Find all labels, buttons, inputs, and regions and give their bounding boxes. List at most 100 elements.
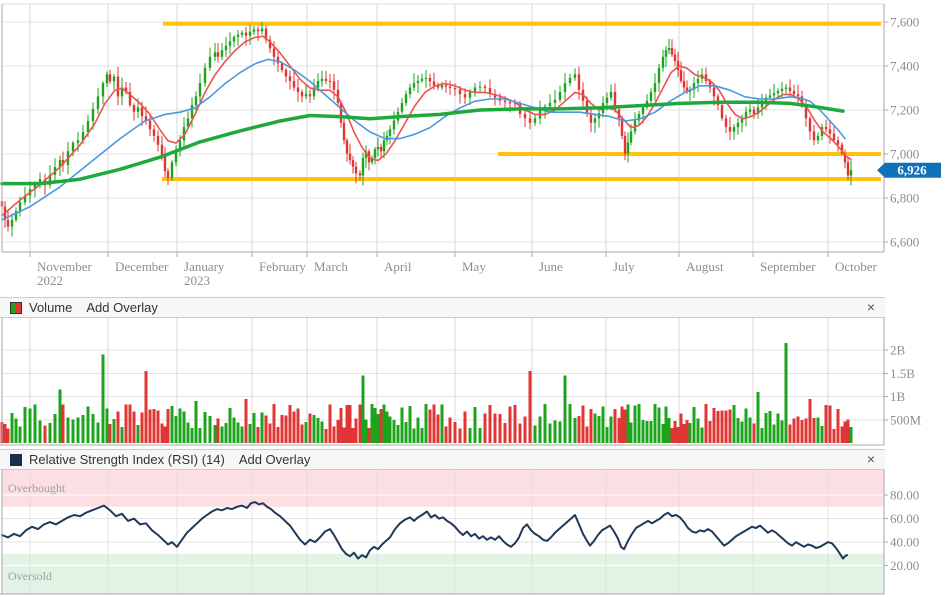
candlestick xyxy=(732,127,736,132)
volume-bar xyxy=(345,404,349,443)
candlestick xyxy=(284,69,288,77)
volume-bar xyxy=(685,419,689,443)
oversold-label: Oversold xyxy=(8,569,52,583)
volume-bar xyxy=(400,407,404,443)
volume-bar xyxy=(581,405,585,443)
x-axis-label: April xyxy=(384,259,412,274)
rsi-panel-header: Relative Strength Index (RSI) (14) Add O… xyxy=(0,449,885,470)
candlestick xyxy=(473,87,477,92)
volume-bar xyxy=(388,416,392,443)
volume-bar xyxy=(453,422,457,443)
volume-bar xyxy=(288,405,292,443)
x-axis-label: November xyxy=(37,259,93,274)
candlestick xyxy=(288,76,292,81)
volume-bar xyxy=(620,406,624,443)
volume-bar xyxy=(332,426,336,443)
candlestick xyxy=(478,86,482,88)
volume-bar xyxy=(828,405,832,443)
volume-bar xyxy=(260,412,264,443)
candlestick xyxy=(788,87,792,92)
volume-close-icon[interactable]: × xyxy=(862,299,880,316)
candlestick xyxy=(812,131,816,141)
candlestick xyxy=(324,78,328,81)
candlestick xyxy=(10,219,14,227)
volume-bar xyxy=(645,420,649,443)
volume-bar xyxy=(424,404,428,443)
volume-bar xyxy=(61,404,65,443)
candlestick xyxy=(71,142,75,152)
volume-bar xyxy=(160,423,164,443)
candlestick xyxy=(373,149,377,158)
volume-bar xyxy=(488,405,492,443)
volume-bar xyxy=(292,411,296,443)
candlestick xyxy=(623,135,627,154)
volume-bar xyxy=(248,423,252,443)
y-axis-label: 7,600 xyxy=(890,15,919,30)
volume-bar xyxy=(66,417,70,443)
volume-bar xyxy=(385,411,389,443)
volume-add-overlay-link[interactable]: Add Overlay xyxy=(86,300,158,315)
candlestick xyxy=(320,78,324,81)
y-axis-label: 6,800 xyxy=(890,190,919,205)
volume-bar xyxy=(653,404,657,443)
volume-bar xyxy=(351,428,355,443)
candlestick xyxy=(236,34,240,37)
volume-bar xyxy=(708,420,712,443)
volume-bar xyxy=(784,343,788,443)
candlestick xyxy=(198,83,202,97)
volume-bar xyxy=(105,408,109,443)
volume-bar xyxy=(348,404,352,443)
volume-bar xyxy=(376,414,380,443)
volume-bar xyxy=(788,424,792,443)
rsi-axis-label: 20.00 xyxy=(890,558,919,573)
volume-bar xyxy=(300,424,304,443)
rsi-close-icon[interactable]: × xyxy=(862,451,880,468)
candlestick xyxy=(664,50,668,57)
volume-bar xyxy=(76,417,80,443)
volume-bar xyxy=(203,412,207,443)
volume-bar xyxy=(328,404,332,443)
volume-bar xyxy=(408,405,412,443)
volume-axis-label: 1.5B xyxy=(890,366,915,381)
volume-bar xyxy=(597,415,601,443)
volume-bar xyxy=(568,404,572,443)
volume-bar xyxy=(585,426,589,443)
volume-bar xyxy=(116,411,120,443)
candlestick xyxy=(548,102,552,107)
candlestick xyxy=(728,127,732,132)
volume-bar xyxy=(553,420,557,443)
volume-bar xyxy=(676,427,680,443)
volume-bar xyxy=(108,424,112,443)
volume-bar xyxy=(71,419,75,443)
volume-bar xyxy=(296,408,300,443)
volume-bar xyxy=(543,403,547,443)
volume-bar xyxy=(558,421,562,443)
candlestick xyxy=(392,120,396,130)
candlestick xyxy=(605,97,609,103)
candlestick xyxy=(768,95,772,98)
candlestick xyxy=(673,54,677,62)
volume-bar xyxy=(163,426,167,443)
candlestick xyxy=(679,69,683,81)
candlestick xyxy=(412,83,416,88)
candlestick xyxy=(208,56,212,68)
volume-bar xyxy=(224,423,228,443)
volume-bar xyxy=(396,424,400,443)
volume-bar xyxy=(808,398,812,443)
candlestick xyxy=(720,105,724,119)
volume-bar xyxy=(48,422,52,443)
volume-bar xyxy=(812,418,816,443)
volume-bar xyxy=(256,426,260,443)
volume-indicator-label: Volume xyxy=(29,300,73,315)
candlestick xyxy=(424,77,428,79)
candlestick xyxy=(453,87,457,90)
volume-bar xyxy=(208,415,212,443)
volume-bar xyxy=(629,422,633,443)
rsi-axis-label: 80.00 xyxy=(890,488,919,503)
volume-bar xyxy=(792,418,796,443)
candlestick xyxy=(105,74,109,84)
rsi-add-overlay-link[interactable]: Add Overlay xyxy=(239,452,311,467)
volume-bar xyxy=(232,417,236,443)
volume-bar xyxy=(667,417,671,443)
candlestick xyxy=(558,91,562,100)
